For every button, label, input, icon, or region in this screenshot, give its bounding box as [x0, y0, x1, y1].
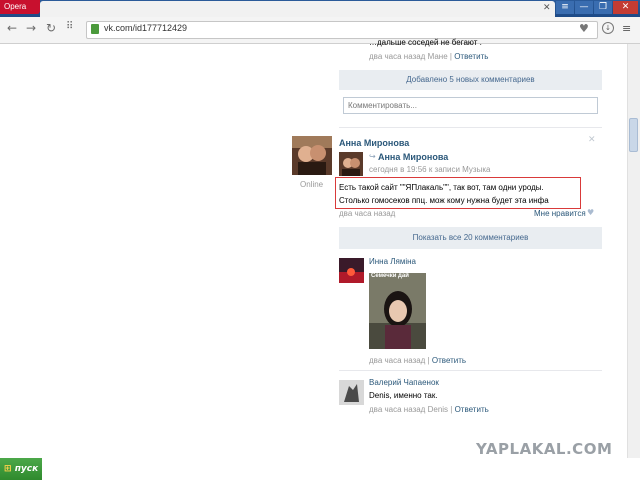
avatar-photo — [292, 136, 332, 175]
repost-avatar-photo — [339, 152, 363, 176]
scrollbar-thumb[interactable] — [629, 118, 638, 152]
reply-link[interactable]: Ответить — [455, 405, 489, 414]
comment-input[interactable]: Комментировать... — [343, 97, 598, 114]
comment-avatar-photo — [339, 380, 364, 405]
post-author-name[interactable]: Анна Миронова — [339, 138, 409, 148]
repost-avatar[interactable] — [339, 152, 363, 176]
tab-menu-button[interactable]: ≡ — [556, 1, 574, 14]
speed-dial-icon[interactable]: ⠿ — [66, 21, 73, 32]
comment-meta: два часа назад | Ответить — [369, 356, 467, 365]
repost-author-name[interactable]: Анна Миронова — [378, 152, 448, 162]
divider — [339, 370, 602, 371]
reload-icon[interactable]: ↻ — [46, 21, 56, 35]
comment-time[interactable]: два часа назад — [369, 356, 425, 365]
tab-close-icon[interactable]: ✕ — [543, 3, 551, 13]
lock-icon — [91, 24, 99, 34]
added-comments-bar[interactable]: Добавлено 5 новых комментариев — [339, 70, 602, 90]
repost-meta[interactable]: сегодня в 19:56 к записи Музыка — [369, 165, 490, 174]
comment-avatar[interactable] — [339, 380, 364, 405]
comment-to[interactable]: Denis — [428, 405, 448, 414]
comment-to[interactable]: Мане — [428, 52, 448, 61]
opera-menu-button[interactable]: Opera — [0, 0, 40, 14]
back-icon[interactable]: ← — [7, 21, 17, 35]
comment-avatar-photo — [339, 258, 364, 283]
download-icon[interactable]: ↓ — [602, 22, 614, 34]
reply-link[interactable]: Ответить — [454, 52, 488, 61]
comment-time[interactable]: два часа назад — [369, 405, 425, 414]
comment-text: Denis, именно так. — [369, 391, 438, 400]
comment-author-name[interactable]: Инна Ляміна — [369, 257, 416, 266]
comment-author-name[interactable]: Валерий Чапаенок — [369, 378, 439, 387]
minimize-button[interactable]: — — [575, 1, 593, 14]
post-author-avatar[interactable] — [292, 136, 332, 175]
close-window-button[interactable]: ✕ — [613, 1, 638, 14]
photo-caption: Семечки дай — [371, 273, 409, 279]
divider — [339, 127, 602, 128]
menu-icon[interactable]: ≡ — [622, 22, 631, 35]
reply-link[interactable]: Ответить — [432, 356, 466, 365]
comment-avatar[interactable] — [339, 258, 364, 283]
post-text-line-2: Столько гомосеков ппц. мож кому нужна бу… — [339, 196, 549, 205]
photo-image — [369, 273, 426, 349]
browser-tab[interactable] — [40, 1, 555, 17]
close-icon[interactable]: ✕ — [588, 135, 596, 145]
online-status: Online — [300, 180, 324, 189]
page-scrollbar[interactable] — [627, 44, 640, 458]
show-all-comments-button[interactable]: Показать все 20 комментариев — [339, 227, 602, 249]
comment-text: …дальше соседей не бегают . — [369, 38, 482, 47]
comment-photo[interactable] — [369, 273, 426, 349]
post-time[interactable]: два часа назад — [339, 209, 395, 218]
like-button[interactable]: Мне нравится — [534, 209, 586, 218]
maximize-button[interactable]: ❐ — [594, 1, 612, 14]
windows-logo-icon: ⊞ — [4, 464, 12, 474]
site-watermark: YAPLAKAL.COM — [476, 440, 613, 458]
comment-meta: два часа назад Мане | Ответить — [369, 52, 489, 61]
heart-like-icon[interactable]: ♥ — [587, 208, 594, 217]
comment-meta: два часа назад Denis | Ответить — [369, 405, 489, 414]
url-text[interactable]: vk.com/id177712429 — [104, 23, 187, 33]
comment-time: два часа назад — [369, 52, 426, 61]
start-button[interactable]: ⊞ пуск — [0, 458, 42, 480]
repost-icon: ↪ — [369, 152, 376, 161]
heart-icon[interactable]: ♥ — [579, 22, 589, 35]
start-label: пуск — [14, 464, 39, 474]
post-text-line-1: Есть такой сайт ""ЯПлакаль"", так вот, т… — [339, 183, 544, 192]
forward-icon[interactable]: → — [26, 21, 36, 35]
